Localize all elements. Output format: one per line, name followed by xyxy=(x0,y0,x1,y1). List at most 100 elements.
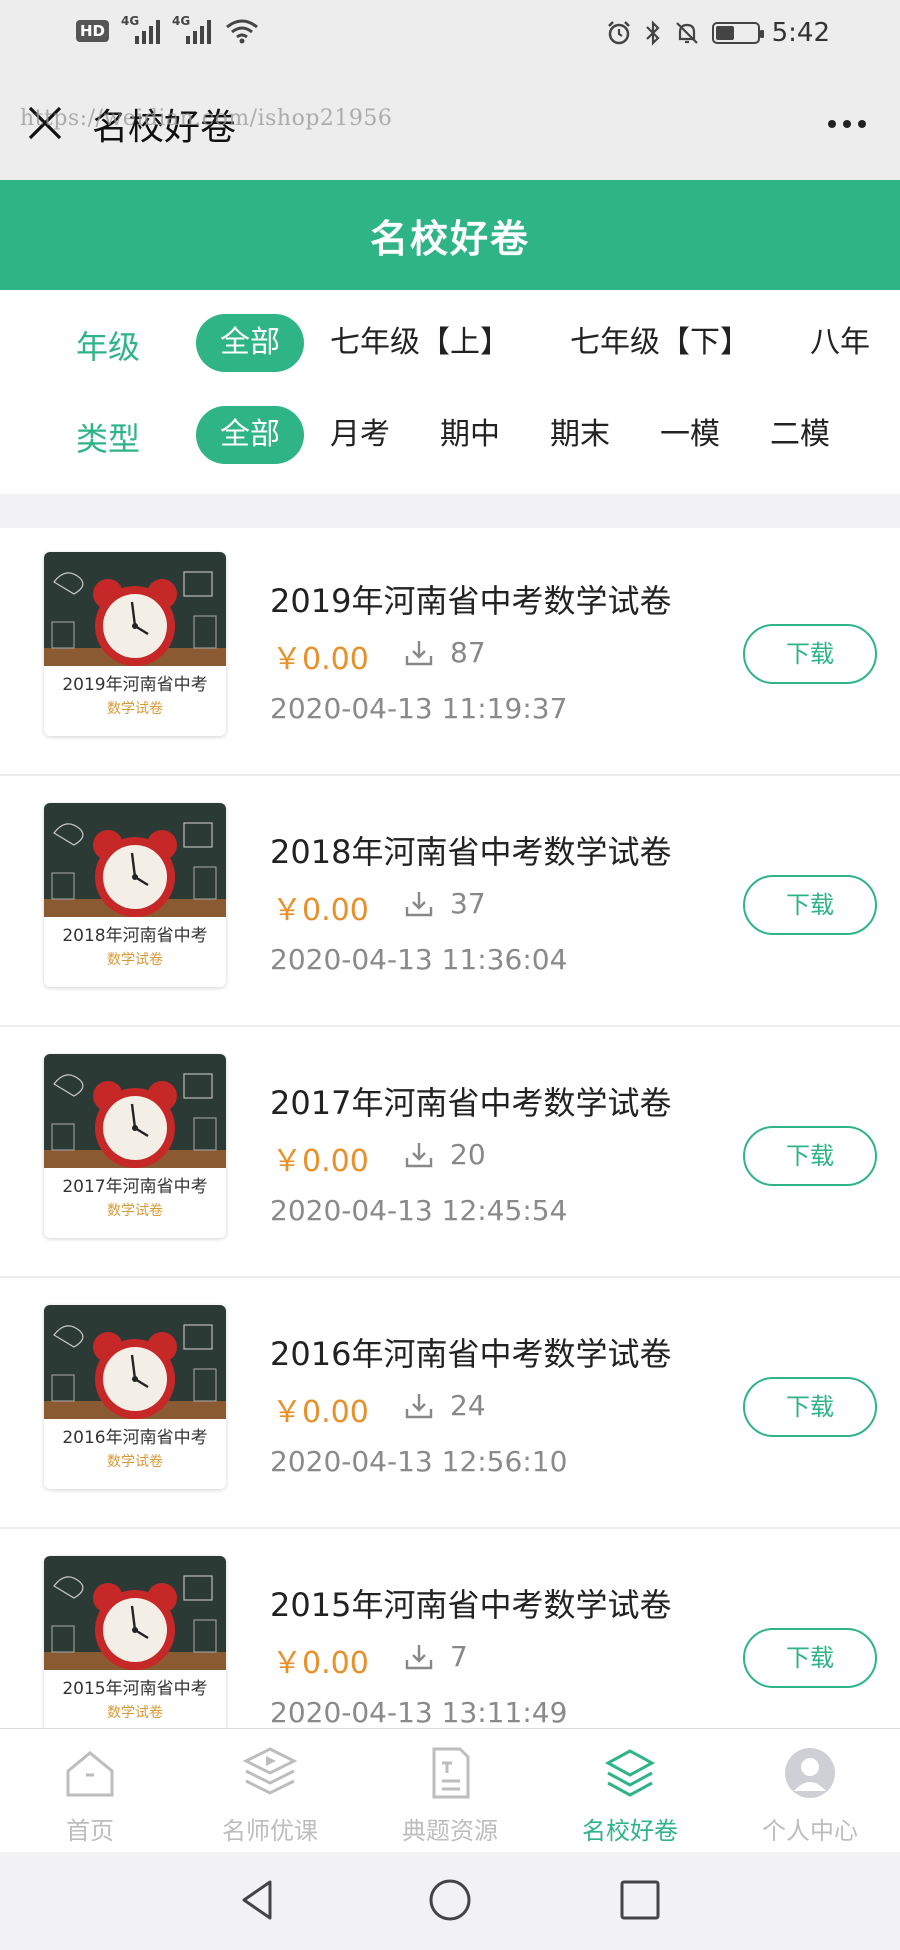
video-course-icon xyxy=(242,1747,298,1795)
tab-papers-label: 名校好卷 xyxy=(582,1817,678,1845)
alarm-icon xyxy=(607,21,630,45)
home-button-icon[interactable] xyxy=(428,1878,472,1922)
download-count-icon xyxy=(405,1143,433,1168)
battery-level xyxy=(715,26,734,40)
paper-title[interactable]: 2019年河南省中考数学试卷 xyxy=(270,576,671,622)
type-option-midterm[interactable]: 期中 xyxy=(440,406,500,464)
signal-icon-2: 4G xyxy=(172,14,212,44)
thumbnail-title: 2017年河南省中考 xyxy=(62,1177,208,1197)
paper-title[interactable]: 2018年河南省中考数学试卷 xyxy=(270,827,671,873)
type-option-final[interactable]: 期末 xyxy=(550,406,610,464)
grade-filter-label: 年级 xyxy=(76,328,141,366)
paper-title[interactable]: 2016年河南省中考数学试卷 xyxy=(270,1329,671,1375)
more-options-icon[interactable] xyxy=(828,120,866,128)
paper-date: 2020-04-13 12:45:54 xyxy=(270,1194,568,1227)
paper-thumbnail[interactable]: 2016年河南省中考数学试卷 xyxy=(44,1305,226,1489)
paper-thumbnail[interactable]: 2017年河南省中考数学试卷 xyxy=(44,1054,226,1238)
download-button[interactable]: 下载 xyxy=(743,1628,877,1688)
status-bar: HD 4G 4G 5:42 xyxy=(0,0,900,72)
page-title: 名校好卷 xyxy=(369,216,530,261)
tab-papers[interactable]: 名校好卷 xyxy=(540,1729,720,1853)
grade-option-all[interactable]: 全部 xyxy=(196,314,304,372)
thumbnail-title: 2016年河南省中考 xyxy=(62,1428,208,1448)
grade-option-8[interactable]: 八年 xyxy=(810,314,870,372)
system-indicators: 5:42 xyxy=(606,18,830,48)
download-button[interactable]: 下载 xyxy=(743,624,877,684)
type-option-monthly[interactable]: 月考 xyxy=(330,406,390,464)
download-button[interactable]: 下载 xyxy=(743,1126,877,1186)
tab-courses[interactable]: 名师优课 xyxy=(180,1729,360,1853)
alarm-clock-thumbnail-icon xyxy=(44,1556,226,1670)
download-count: 87 xyxy=(450,636,486,669)
download-count: 20 xyxy=(450,1138,486,1171)
paper-price: ￥0.00 xyxy=(272,642,369,677)
paper-price: ￥0.00 xyxy=(272,1395,369,1430)
layers-icon xyxy=(604,1749,656,1797)
paper-price: ￥0.00 xyxy=(272,1646,369,1681)
paper-list: 2019年河南省中考 数学试卷 2019年河南省中考数学试卷 ￥0.00 87 2020-… xyxy=(0,528,900,1728)
tab-profile[interactable]: 个人中心 xyxy=(720,1729,900,1853)
paper-title[interactable]: 2017年河南省中考数学试卷 xyxy=(270,1078,671,1124)
paper-thumbnail[interactable]: 2019年河南省中考 数学试卷 xyxy=(44,552,226,736)
home-icon xyxy=(66,1751,114,1797)
wifi-icon xyxy=(226,19,258,44)
paper-thumbnail[interactable]: 2018年河南省中考数学试卷 xyxy=(44,803,226,987)
watermark-text: https://weidian.com/ishop21956 xyxy=(20,106,393,131)
download-count: 7 xyxy=(450,1640,468,1673)
tab-profile-label: 个人中心 xyxy=(762,1817,858,1845)
grade-option-7-upper[interactable]: 七年级【上】 xyxy=(330,314,510,372)
download-count-icon xyxy=(405,892,433,917)
paper-card[interactable]: 2015年河南省中考 数学试卷 2015年河南省中考数学试卷 ￥0.00 7 2020-0… xyxy=(0,1532,900,1728)
thumbnail-subtitle: 数学试卷 xyxy=(107,1454,163,1470)
grade-option-7-lower[interactable]: 七年级【下】 xyxy=(570,314,750,372)
paper-price: ￥0.00 xyxy=(272,893,369,928)
download-count: 24 xyxy=(450,1389,486,1422)
alarm-clock-thumbnail-icon xyxy=(44,1054,226,1168)
download-count: 37 xyxy=(450,887,486,920)
paper-date: 2020-04-13 11:36:04 xyxy=(270,943,568,976)
download-button[interactable]: 下载 xyxy=(743,875,877,935)
download-count-icon xyxy=(405,1645,433,1670)
paper-thumbnail[interactable]: 2015年河南省中考 数学试卷 xyxy=(44,1556,226,1728)
filter-panel: 年级 全部 七年级【上】 七年级【下】 八年 类型 全部 月考 期中 期末 一模… xyxy=(0,290,900,494)
document-icon xyxy=(432,1747,470,1799)
download-count-icon xyxy=(405,641,433,666)
paper-card[interactable]: 2017年河南省中考 数学试卷 2017年河南省中考数学试卷 ￥0.00 20 2020-… xyxy=(0,1030,900,1278)
tab-courses-label: 名师优课 xyxy=(222,1817,318,1845)
thumbnail-subtitle: 数学试卷 xyxy=(107,701,163,717)
paper-card[interactable]: 2019年河南省中考 数学试卷 2019年河南省中考数学试卷 ￥0.00 87 2020-… xyxy=(0,528,900,776)
thumbnail-title: 2015年河南省中考 xyxy=(62,1679,208,1699)
back-icon[interactable] xyxy=(236,1878,280,1922)
type-filter-label: 类型 xyxy=(76,420,141,458)
type-option-all[interactable]: 全部 xyxy=(196,406,304,464)
tab-home[interactable]: 首页 xyxy=(0,1729,180,1853)
tab-resources-label: 典题资源 xyxy=(402,1817,498,1845)
grade-filter-row: 年级 全部 七年级【上】 七年级【下】 八年 xyxy=(0,314,900,374)
system-navigation-bar xyxy=(0,1852,900,1950)
bottom-tab-bar: 首页 名师优课 典题资源 名校好卷 个人中心 xyxy=(0,1728,900,1852)
tab-resources[interactable]: 典题资源 xyxy=(360,1729,540,1853)
type-filter-row: 类型 全部 月考 期中 期末 一模 二模 xyxy=(0,406,900,466)
paper-date: 2020-04-13 13:11:49 xyxy=(270,1696,568,1728)
thumbnail-subtitle: 数学试卷 xyxy=(107,1203,163,1219)
download-button[interactable]: 下载 xyxy=(743,1377,877,1437)
tab-home-label: 首页 xyxy=(66,1817,114,1845)
alarm-clock-thumbnail-icon xyxy=(44,803,226,917)
battery-icon xyxy=(711,22,764,44)
paper-title[interactable]: 2015年河南省中考数学试卷 xyxy=(270,1580,671,1626)
page-header: 名校好卷 xyxy=(0,180,900,290)
recents-icon[interactable] xyxy=(618,1878,662,1922)
type-option-mock-1[interactable]: 一模 xyxy=(660,406,720,464)
download-count-icon xyxy=(405,1394,433,1419)
thumbnail-subtitle: 数学试卷 xyxy=(107,952,163,968)
alarm-clock-thumbnail-icon xyxy=(44,552,226,666)
signal-icon-1: 4G xyxy=(121,14,161,44)
thumbnail-title: 2018年河南省中考 xyxy=(62,926,208,946)
paper-card[interactable]: 2018年河南省中考 数学试卷 2018年河南省中考数学试卷 ￥0.00 37 2020-… xyxy=(0,779,900,1027)
type-option-mock-2[interactable]: 二模 xyxy=(770,406,830,464)
network-indicators: HD 4G 4G xyxy=(76,14,259,44)
paper-date: 2020-04-13 11:19:37 xyxy=(270,692,568,725)
clock: 5:42 xyxy=(771,18,830,48)
paper-card[interactable]: 2016年河南省中考 数学试卷 2016年河南省中考数学试卷 ￥0.00 24 2020-… xyxy=(0,1281,900,1529)
bluetooth-icon xyxy=(645,20,660,46)
